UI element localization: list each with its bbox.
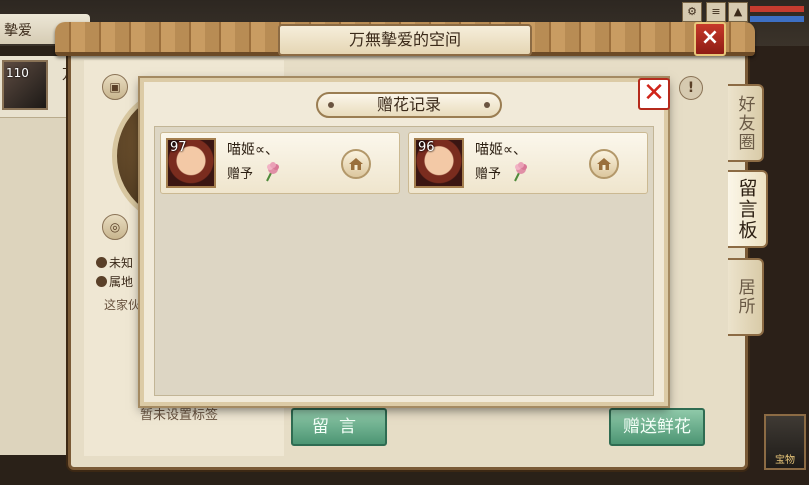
action-label: 赠予	[475, 167, 502, 182]
photo-icon[interactable]: ▣	[102, 74, 128, 100]
avatar[interactable]: 96	[414, 138, 464, 188]
info-icon[interactable]: !	[679, 76, 703, 100]
menu-icon[interactable]: ≡	[706, 2, 726, 22]
settings-icon[interactable]: ⚙	[682, 2, 702, 22]
sender-name: 喵姬∝、	[475, 142, 528, 158]
location-home-text: 属地	[109, 275, 134, 289]
message-button[interactable]: 留言	[291, 408, 387, 446]
status-bars	[750, 4, 806, 30]
location-unknown: 未知	[96, 254, 133, 271]
health-bar	[750, 6, 804, 12]
treasure-thumbnail[interactable]: 宝物	[764, 414, 806, 470]
avatar-level: 110	[6, 66, 29, 80]
mana-bar	[750, 16, 804, 22]
dialog-title: 赠花记录	[316, 92, 502, 118]
house-icon	[349, 158, 363, 170]
flower-icon	[514, 162, 527, 182]
treasure-label: 宝物	[775, 455, 795, 466]
home-description: 这家伙	[104, 298, 141, 312]
tab-residence[interactable]: 居所	[728, 258, 764, 336]
record-card: 97 喵姬∝、 赠予	[160, 132, 400, 194]
dialog-close-button[interactable]: ✕	[638, 78, 670, 110]
tab-friends-circle[interactable]: 好友圈	[728, 84, 764, 162]
house-icon	[597, 158, 611, 170]
location-pin-icon	[96, 257, 107, 268]
visit-home-button[interactable]	[341, 149, 371, 179]
record-card: 96 喵姬∝、 赠予	[408, 132, 648, 194]
flower-record-dialog: 赠花记录 ✕ 97 喵姬∝、 赠予 96 喵姬∝、 赠予	[140, 78, 670, 406]
window-close-button[interactable]: ×	[694, 22, 726, 56]
send-flowers-button[interactable]: 赠送鲜花	[609, 408, 705, 446]
location-home: 属地	[96, 273, 133, 290]
tag-text: 暂未设置标签	[140, 408, 219, 423]
avatar-level: 96	[418, 140, 435, 155]
avatar[interactable]: 97	[166, 138, 216, 188]
background-tab-label: 摰爱	[4, 23, 32, 39]
visit-home-button[interactable]	[589, 149, 619, 179]
sender-name: 喵姬∝、	[227, 142, 280, 158]
window-title: 万無摰爱的空间	[278, 24, 532, 56]
signal-icon: ▲	[728, 2, 748, 22]
flower-icon	[266, 162, 279, 182]
avatar: 110	[2, 60, 48, 110]
tab-message-board[interactable]: 留言板	[728, 170, 768, 248]
location-unknown-text: 未知	[109, 256, 134, 270]
avatar-level: 97	[170, 140, 187, 155]
action-label: 赠予	[227, 167, 254, 182]
home-pin-icon	[96, 276, 107, 287]
coin-icon[interactable]: ◎	[102, 214, 128, 240]
